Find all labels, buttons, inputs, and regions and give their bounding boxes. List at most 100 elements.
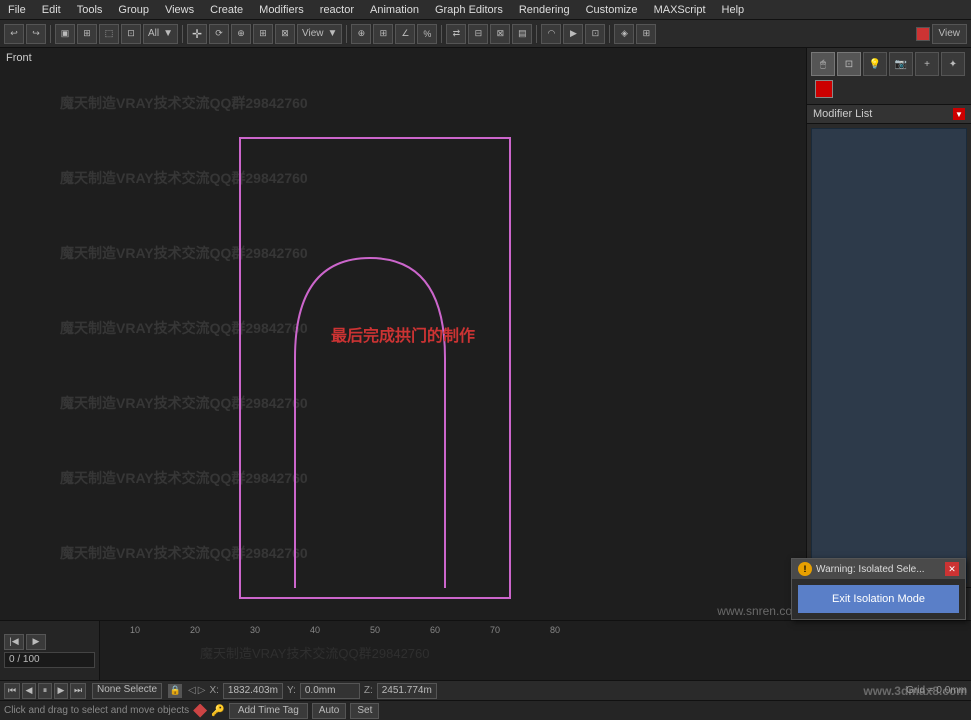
tick-40: 40 <box>310 625 320 635</box>
play-btn[interactable]: ▶ <box>26 634 46 650</box>
goto-start-btn[interactable]: ⏮ <box>4 683 20 699</box>
material-btn[interactable]: ◈ <box>614 24 634 44</box>
separator-6 <box>609 25 610 43</box>
panel-icon-lights[interactable]: 💡 <box>863 52 887 76</box>
warning-title-bar: ! Warning: Isolated Sele... ✕ <box>792 559 965 579</box>
mirror-btn[interactable]: ⇄ <box>446 24 466 44</box>
auto-key-btn[interactable]: Auto <box>312 703 347 719</box>
angle-snap-btn[interactable]: ∠ <box>395 24 415 44</box>
z-label: Z: <box>364 685 373 696</box>
snap-btn[interactable]: ⊕ <box>351 24 371 44</box>
render2-btn[interactable]: ⊡ <box>585 24 605 44</box>
modifier-list-dropdown[interactable]: ▼ <box>953 108 965 120</box>
grid-display: Grid = 0.0mm <box>906 685 967 696</box>
menu-maxscript[interactable]: MAXScript <box>646 2 714 18</box>
menu-customize[interactable]: Customize <box>578 2 646 18</box>
separator-3 <box>346 25 347 43</box>
viewport-label: Front <box>6 52 32 64</box>
redo-btn[interactable]: ↪ <box>26 24 46 44</box>
none-selected-label: None Selecte <box>92 683 162 699</box>
tick-70: 70 <box>490 625 500 635</box>
tick-10: 10 <box>130 625 140 635</box>
separator-4 <box>441 25 442 43</box>
view-dropdown[interactable]: View ▼ <box>297 24 342 44</box>
dropdown-arrow: ▼ <box>163 28 173 39</box>
modifier-list-label: Modifier List ▼ <box>807 105 971 124</box>
warning-dialog: ! Warning: Isolated Sele... ✕ Exit Isola… <box>791 558 966 620</box>
rotate-btn[interactable]: ⟳ <box>209 24 229 44</box>
named-sel-btn[interactable] <box>916 27 930 41</box>
menu-graph-editors[interactable]: Graph Editors <box>427 2 511 18</box>
select-region-btn[interactable]: ⬚ <box>99 24 119 44</box>
render-btn[interactable]: ▶ <box>563 24 583 44</box>
tick-50: 50 <box>370 625 380 635</box>
prev-key-btn[interactable]: ◀ <box>22 683 36 699</box>
panel-icon-geo[interactable]: ⊡ <box>837 52 861 76</box>
all-dropdown[interactable]: All ▼ <box>143 24 178 44</box>
menu-group[interactable]: Group <box>110 2 157 18</box>
align-btn[interactable]: ⊟ <box>468 24 488 44</box>
menu-modifiers[interactable]: Modifiers <box>251 2 312 18</box>
menu-rendering[interactable]: Rendering <box>511 2 578 18</box>
move-btn[interactable]: ✛ <box>187 24 207 44</box>
separator-2 <box>182 25 183 43</box>
set-key-button[interactable] <box>193 704 207 718</box>
menu-reactor[interactable]: reactor <box>312 2 362 18</box>
color-swatch[interactable] <box>815 80 833 98</box>
snap2-btn[interactable]: ⊞ <box>373 24 393 44</box>
bottom-controls: Click and drag to select and move object… <box>0 700 971 720</box>
menu-bar: File Edit Tools Group Views Create Modif… <box>0 0 971 20</box>
main-area: Front 魔天制造VRAY技术交流QQ群29842760 魔天制造VRAY技术… <box>0 48 971 620</box>
layer-btn[interactable]: ▤ <box>512 24 532 44</box>
exit-isolation-btn[interactable]: Exit Isolation Mode <box>798 585 959 613</box>
arch-shape <box>0 48 806 620</box>
y-value[interactable]: 0.0mm <box>300 683 360 699</box>
menu-animation[interactable]: Animation <box>362 2 427 18</box>
x-value[interactable]: 1832.403m <box>223 683 283 699</box>
prev-frame-btn[interactable]: |◀ <box>4 634 24 650</box>
tick-20: 20 <box>190 625 200 635</box>
tick-60: 60 <box>430 625 440 635</box>
separator-5 <box>536 25 537 43</box>
add-time-tag-btn[interactable]: Add Time Tag <box>229 703 308 719</box>
panel-icon-camera[interactable]: 📷 <box>889 52 913 76</box>
panel-icon-pointer[interactable]: 🖱 <box>811 52 835 76</box>
select-obj-btn[interactable]: ▣ <box>55 24 75 44</box>
goto-end-btn[interactable]: ⏭ <box>70 683 86 699</box>
align2-btn[interactable]: ⊠ <box>490 24 510 44</box>
view-label-box: View <box>932 24 968 44</box>
right-panel: 🖱 ⊡ 💡 📷 + ✦ Modifier List ▼ 📌 ⏸ 🔧 🖨 🖥 <box>806 48 971 620</box>
panel-icon-space[interactable]: ✦ <box>941 52 965 76</box>
panel-icon-helpers[interactable]: + <box>915 52 939 76</box>
separator-1 <box>50 25 51 43</box>
menu-file[interactable]: File <box>0 2 34 18</box>
lock-icon[interactable]: 🔒 <box>168 684 182 698</box>
select-by-name-btn[interactable]: ⊞ <box>77 24 97 44</box>
timeline-track[interactable]: 10 20 30 40 50 60 70 80 魔天制造VRAY技术交流QQ群2… <box>100 621 971 680</box>
menu-help[interactable]: Help <box>714 2 753 18</box>
next-key-btn[interactable]: ▶ <box>54 683 68 699</box>
status-hint: Click and drag to select and move object… <box>4 705 189 716</box>
menu-edit[interactable]: Edit <box>34 2 69 18</box>
menu-create[interactable]: Create <box>202 2 251 18</box>
schematic-btn[interactable]: ⊞ <box>636 24 656 44</box>
pct-snap-btn[interactable]: % <box>417 24 437 44</box>
place-btn[interactable]: ⊠ <box>275 24 295 44</box>
menu-views[interactable]: Views <box>157 2 202 18</box>
x-label: X: <box>209 685 218 696</box>
key-icon: 🔑 <box>211 704 225 717</box>
select-region2-btn[interactable]: ⊡ <box>121 24 141 44</box>
z-value[interactable]: 2451.774m <box>377 683 437 699</box>
viewport[interactable]: Front 魔天制造VRAY技术交流QQ群29842760 魔天制造VRAY技术… <box>0 48 806 620</box>
scale-btn[interactable]: ⊕ <box>231 24 251 44</box>
warning-body: Exit Isolation Mode <box>792 579 965 619</box>
stop-btn[interactable]: ⏸ <box>38 683 52 699</box>
undo-btn[interactable]: ↩ <box>4 24 24 44</box>
warning-close-btn[interactable]: ✕ <box>945 562 959 576</box>
tick-30: 30 <box>250 625 260 635</box>
status-bar: ⏮ ◀ ⏸ ▶ ⏭ None Selecte 🔒 ◁ ▷ X: 1832.403… <box>0 680 971 700</box>
curve-btn[interactable]: ◠ <box>541 24 561 44</box>
menu-tools[interactable]: Tools <box>69 2 111 18</box>
settings-btn[interactable]: Set <box>350 703 379 719</box>
scale2-btn[interactable]: ⊞ <box>253 24 273 44</box>
